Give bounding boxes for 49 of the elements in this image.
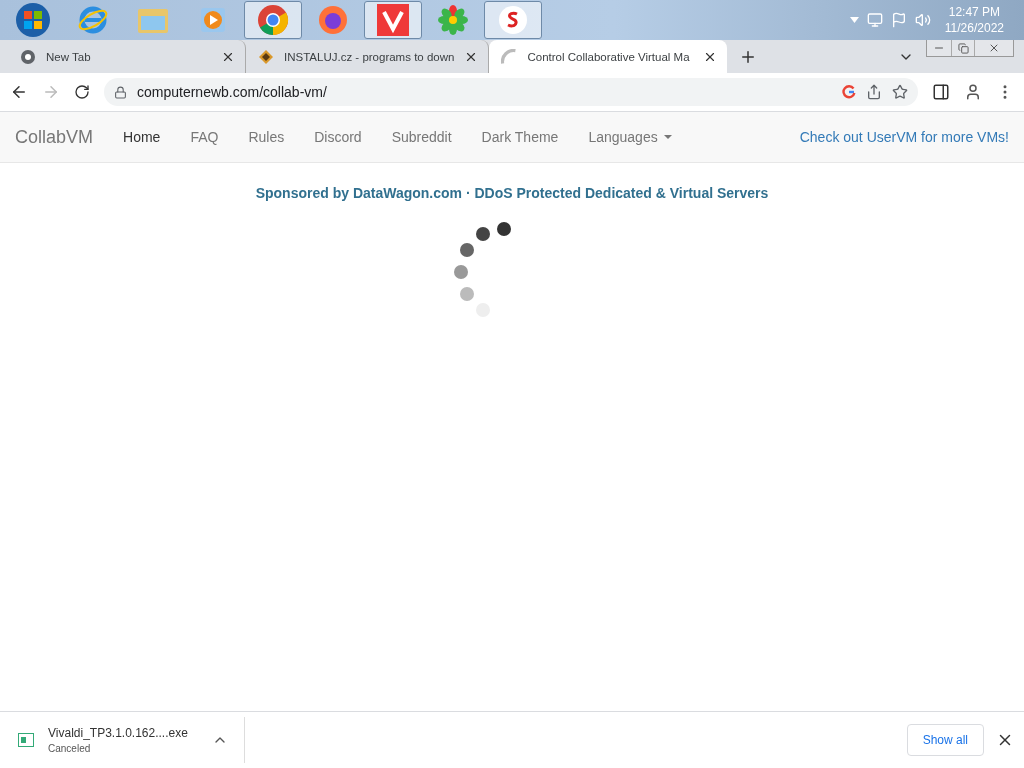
media-player-icon[interactable] <box>198 5 228 35</box>
nav-link[interactable]: Dark Theme <box>466 129 574 145</box>
reload-icon[interactable] <box>74 84 90 100</box>
close-icon <box>988 42 1000 54</box>
nav-link[interactable]: FAQ <box>175 129 234 145</box>
back-icon[interactable] <box>10 83 28 101</box>
caret-icon <box>663 135 672 139</box>
start-orb-icon[interactable] <box>15 2 51 38</box>
show-all-button[interactable]: Show all <box>906 724 984 756</box>
network-icon[interactable] <box>866 12 883 28</box>
flag-icon[interactable] <box>890 12 907 28</box>
tray-expand-icon[interactable] <box>849 17 859 23</box>
lock-icon[interactable] <box>114 85 127 99</box>
browser-tab[interactable]: Control Collaborative Virtual Ma <box>489 40 728 73</box>
tab-title: Control Collaborative Virtual Ma <box>527 50 691 63</box>
download-filename[interactable]: Vivaldi_TP3.1.0.162....exe <box>48 726 188 740</box>
side-panel-icon[interactable] <box>932 83 950 101</box>
google-icon[interactable] <box>842 85 856 99</box>
clock-time: 12:47 PM <box>948 4 1001 20</box>
address-bar[interactable]: computernewb.com/collab-vm/ <box>104 78 918 106</box>
browser-tab[interactable]: New Tab <box>8 40 246 73</box>
vivaldi-icon[interactable] <box>377 4 409 36</box>
volume-icon[interactable] <box>914 12 931 28</box>
chrome-icon[interactable] <box>257 4 289 36</box>
firefox-icon[interactable] <box>317 4 349 36</box>
promo-link[interactable]: Check out UserVM for more VMs! <box>799 129 1009 145</box>
nav-link[interactable]: Languages <box>573 129 687 145</box>
diamond-icon <box>258 48 274 65</box>
nav-link[interactable]: Discord <box>299 129 377 145</box>
flower-icon[interactable] <box>438 5 468 35</box>
clock-date: 11/26/2022 <box>944 20 1004 36</box>
nav-link[interactable]: Rules <box>233 129 300 145</box>
nav-link[interactable]: Subreddit <box>376 129 467 145</box>
site-brand[interactable]: CollabVM <box>15 126 94 148</box>
tab-title: INSTALUJ.cz - programs to down <box>284 50 455 63</box>
browser-e-icon[interactable] <box>77 4 109 36</box>
download-status: Canceled <box>48 743 92 754</box>
bookmark-star-icon[interactable] <box>892 84 908 100</box>
profile-icon[interactable] <box>964 83 982 101</box>
tab-title: New Tab <box>46 50 92 63</box>
s-logo-icon[interactable] <box>498 5 528 35</box>
url-text: computernewb.com/collab-vm/ <box>137 84 327 100</box>
restore-icon <box>957 42 969 54</box>
sponsor-link[interactable]: Sponsored by DataWagon.com · DDoS Protected Dedicated & Virtual Servers <box>255 185 769 201</box>
nav-link[interactable]: Home <box>108 129 176 145</box>
loading-icon <box>501 48 518 65</box>
share-icon[interactable] <box>866 84 882 100</box>
chrome-icon <box>20 48 36 65</box>
file-icon <box>18 733 34 747</box>
